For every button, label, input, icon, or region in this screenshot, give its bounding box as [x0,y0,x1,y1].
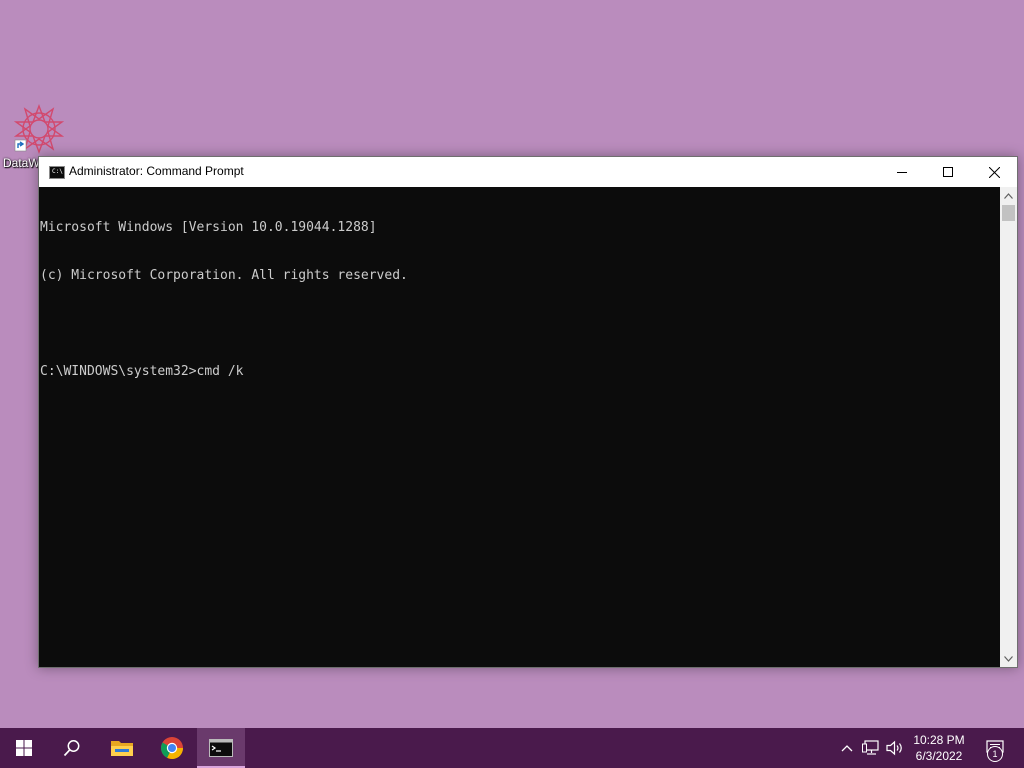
network-button[interactable] [860,728,882,768]
close-button[interactable] [971,157,1017,187]
console-output[interactable]: Microsoft Windows [Version 10.0.19044.12… [39,187,1000,667]
maximize-button[interactable] [925,157,971,187]
volume-button[interactable] [884,728,906,768]
cmd-icon [209,739,233,757]
clock-date: 6/3/2022 [915,749,963,763]
taskbar: 10:28 PM 6/3/2022 1 [0,728,1024,768]
volume-icon [886,740,902,756]
desktop-shortcut-label: DataW [3,156,40,170]
show-hidden-icons-button[interactable] [838,728,856,768]
scroll-up-button[interactable] [1000,187,1017,204]
console-line: (c) Microsoft Corporation. All rights re… [40,268,408,283]
taskbar-clock[interactable]: 10:28 PM 6/3/2022 [906,732,972,764]
chrome-button[interactable] [148,728,196,768]
chevron-up-icon [841,745,853,752]
notification-count-badge: 1 [987,746,1003,762]
cmd-icon: C:\ [49,166,65,179]
minimize-icon [897,172,907,173]
maximize-icon [943,167,953,177]
title-bar[interactable]: C:\ Administrator: Command Prompt [39,157,1017,187]
search-button[interactable] [48,728,96,768]
search-icon [63,740,80,757]
start-button[interactable] [0,728,48,768]
minimize-button[interactable] [879,157,925,187]
network-icon [862,740,879,755]
folder-icon [111,741,133,756]
close-icon [988,166,1000,178]
scroll-thumb[interactable] [1002,205,1015,221]
chrome-icon [161,737,183,760]
chevron-up-icon [1004,192,1013,199]
clock-time: 10:28 PM [913,733,965,747]
command-prompt-window: C:\ Administrator: Command Prompt Micros… [38,156,1018,668]
window-title: Administrator: Command Prompt [69,164,244,178]
file-explorer-button[interactable] [98,728,146,768]
scroll-down-button[interactable] [1000,650,1017,667]
console-line: Microsoft Windows [Version 10.0.19044.12… [40,220,377,235]
action-center-button[interactable]: 1 [978,728,1012,768]
console-prompt-line: C:\WINDOWS\system32>cmd /k [40,364,244,379]
windows-start-icon [16,740,32,756]
command-prompt-taskbar-button[interactable] [197,728,245,768]
datawatch-shortcut-icon [14,104,64,154]
desktop: DataW C:\ Administrator: Command Prompt [0,0,1024,728]
vertical-scrollbar[interactable] [1000,187,1017,667]
chevron-down-icon [1004,655,1013,662]
